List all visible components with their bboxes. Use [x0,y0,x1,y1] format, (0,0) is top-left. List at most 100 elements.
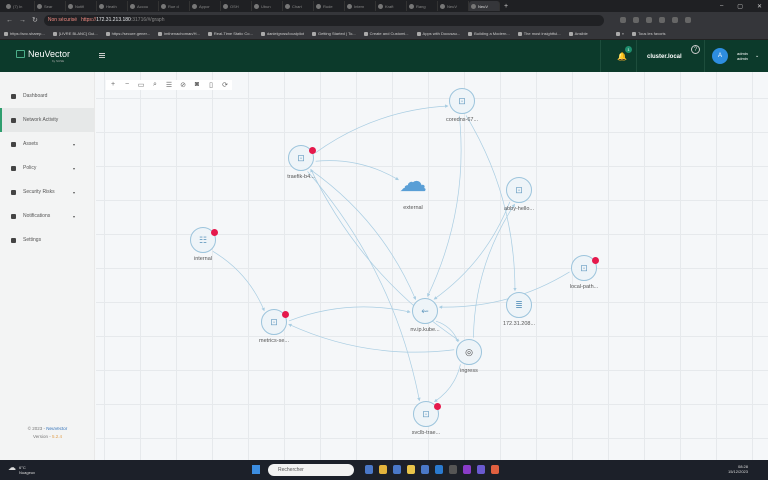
bookmark[interactable]: https://secure.gener... [105,31,150,36]
sidebar-item-notifications[interactable]: Notifications ▾ [0,204,94,228]
graph-node-coredns[interactable]: ⊡ [449,88,475,114]
system-tray[interactable]: 08:28 15/12/2023 [728,464,748,474]
browser-tab[interactable]: NeuV [469,1,500,11]
browser-tab[interactable]: Intern [345,1,376,11]
new-tab-button[interactable]: + [504,3,508,10]
bookmark[interactable]: » [615,31,624,36]
app-icon[interactable] [365,465,373,474]
export-icon[interactable]: ▯ [207,81,215,89]
chrome-icon[interactable] [379,465,387,474]
browser-tab[interactable]: Chart [283,1,314,11]
close-icon[interactable]: ✕ [757,3,762,10]
edge-coredns-ip172[interactable] [465,115,517,292]
zoom-out-icon[interactable]: − [123,81,131,89]
filter-icon[interactable]: ☰ [165,81,173,89]
browser-tab[interactable]: OSH [221,1,252,11]
onenote-icon[interactable] [463,465,471,474]
edge-traefik-coredns[interactable] [314,104,449,154]
bookmark[interactable]: danielgross/localpilot [260,31,304,36]
browser-tab[interactable]: (7) In [4,1,35,11]
security-warning[interactable]: Non sécurisé [48,17,77,23]
sidebar-item-security-risks[interactable]: Security Risks ▾ [0,180,94,204]
folder-icon[interactable] [407,465,415,474]
edge-metrics-nvip[interactable] [288,306,411,322]
edge-traefik-external[interactable] [315,160,399,181]
help-icon[interactable]: ? [691,45,700,54]
taskbar-search[interactable]: Rechercher [268,464,354,476]
terminal-icon[interactable] [449,465,457,474]
bookmark[interactable]: Real-Time Static Co... [207,31,253,36]
start-icon[interactable] [252,465,260,474]
browser-tab[interactable]: Notifi [66,1,97,11]
browser-tab[interactable]: Accou [128,1,159,11]
browser-tab[interactable]: Heath [97,1,128,11]
neuvector-logo[interactable]: NeuVector by SUSE [16,49,70,63]
browser-tab[interactable]: Rue d [159,1,190,11]
forward-icon[interactable]: → [19,17,26,24]
edge-coredns-nvip[interactable] [427,115,462,297]
minimize-icon[interactable]: – [720,3,723,10]
app-icon[interactable] [491,465,499,474]
graph-node-ingress[interactable]: ◎ [456,339,482,365]
profile-icon[interactable] [684,17,691,23]
bookmark[interactable]: The most insightful... [517,31,561,36]
edge-localpath-nvip[interactable] [438,271,570,309]
refresh-icon[interactable]: ⟳ [221,81,229,89]
extension-icon[interactable] [619,17,626,23]
bookmark[interactable]: Ansible [568,31,588,36]
neuvector-link[interactable]: NeuVector [46,426,67,431]
bookmark[interactable]: Apps with Docusau... [416,31,460,36]
snapshot-icon[interactable]: ◙ [193,81,201,89]
app-icon[interactable] [421,465,429,474]
weather-widget[interactable]: ☁ 6°C Nuageux [8,464,35,476]
bookmark[interactable]: Getting Started | To... [311,31,356,36]
teams-icon[interactable] [477,465,485,474]
url-input[interactable]: Non sécurisé https://172.31.213.180:3171… [43,14,604,26]
fit-icon[interactable]: ▭ [137,81,145,89]
extension-icon[interactable] [645,17,652,23]
cloud-icon[interactable]: ☁ [393,168,433,198]
graph-node-localpath[interactable]: ⊡ [571,255,599,281]
browser-tab[interactable]: Ubun [252,1,283,11]
graph-node-metrics[interactable]: ⊡ [261,309,289,335]
graph-node-nvip[interactable]: ⇜ [412,298,438,324]
search-icon[interactable]: ⌕ [151,81,159,89]
bookmark[interactable]: Building a Modern... [468,31,510,36]
sidebar-item-policy[interactable]: Policy ▾ [0,156,94,180]
sidebar-item-network-activity[interactable]: Network Activity [0,108,94,132]
bookmark[interactable]: Tous les favoris [631,31,666,36]
chevron-down-icon[interactable]: ⌄ [755,53,759,59]
zoom-in-icon[interactable]: + [109,81,117,89]
graph-node-svclb[interactable]: ⊡ [413,401,441,427]
network-graph-canvas[interactable]: + − ▭ ⌕ ☰ ⊘ ◙ ▯ ⟳ ⊡ coredns-67... ⊡ traefik-b4... ☁ e… [96,72,768,460]
bookmark[interactable]: imthenachoman/H... [158,31,200,36]
sidebar-item-dashboard[interactable]: Dashboard [0,84,94,108]
graph-node-ip172[interactable]: ≣ [506,292,532,318]
user-info[interactable]: admin admin [737,51,748,61]
extension-icon[interactable] [671,17,678,23]
menu-toggle-icon[interactable] [99,53,105,58]
edge-internal-metrics[interactable] [212,251,265,312]
hide-icon[interactable]: ⊘ [179,81,187,89]
browser-tab[interactable]: NeuV [438,1,469,11]
browser-tab[interactable]: Kraft [376,1,407,11]
maximize-icon[interactable]: ▢ [737,3,743,10]
bookmark[interactable]: [LIVRE BLANC] Gui... [52,31,98,36]
vscode-icon[interactable] [435,465,443,474]
graph-node-internal[interactable]: ☷ [190,227,218,253]
bookmark[interactable]: Create and Customi... [363,31,409,36]
back-icon[interactable]: ← [6,17,13,24]
avatar[interactable]: A [712,48,728,64]
reload-icon[interactable]: ↻ [32,16,38,24]
graph-node-abby[interactable]: ⊡ [506,177,532,203]
extension-icon[interactable] [658,17,665,23]
browser-tab[interactable]: Rude [314,1,345,11]
notifications-bell-icon[interactable]: 🔔 [617,52,627,61]
browser-tab[interactable]: Rang [407,1,438,11]
sidebar-item-assets[interactable]: Assets ▾ [0,132,94,156]
graph-node-traefik[interactable]: ⊡ [288,145,316,171]
bookmark[interactable]: https://svc.sharep... [4,31,45,36]
extension-icon[interactable] [632,17,639,23]
browser-tab[interactable]: Appor [190,1,221,11]
cluster-name[interactable]: cluster.local [647,54,682,60]
